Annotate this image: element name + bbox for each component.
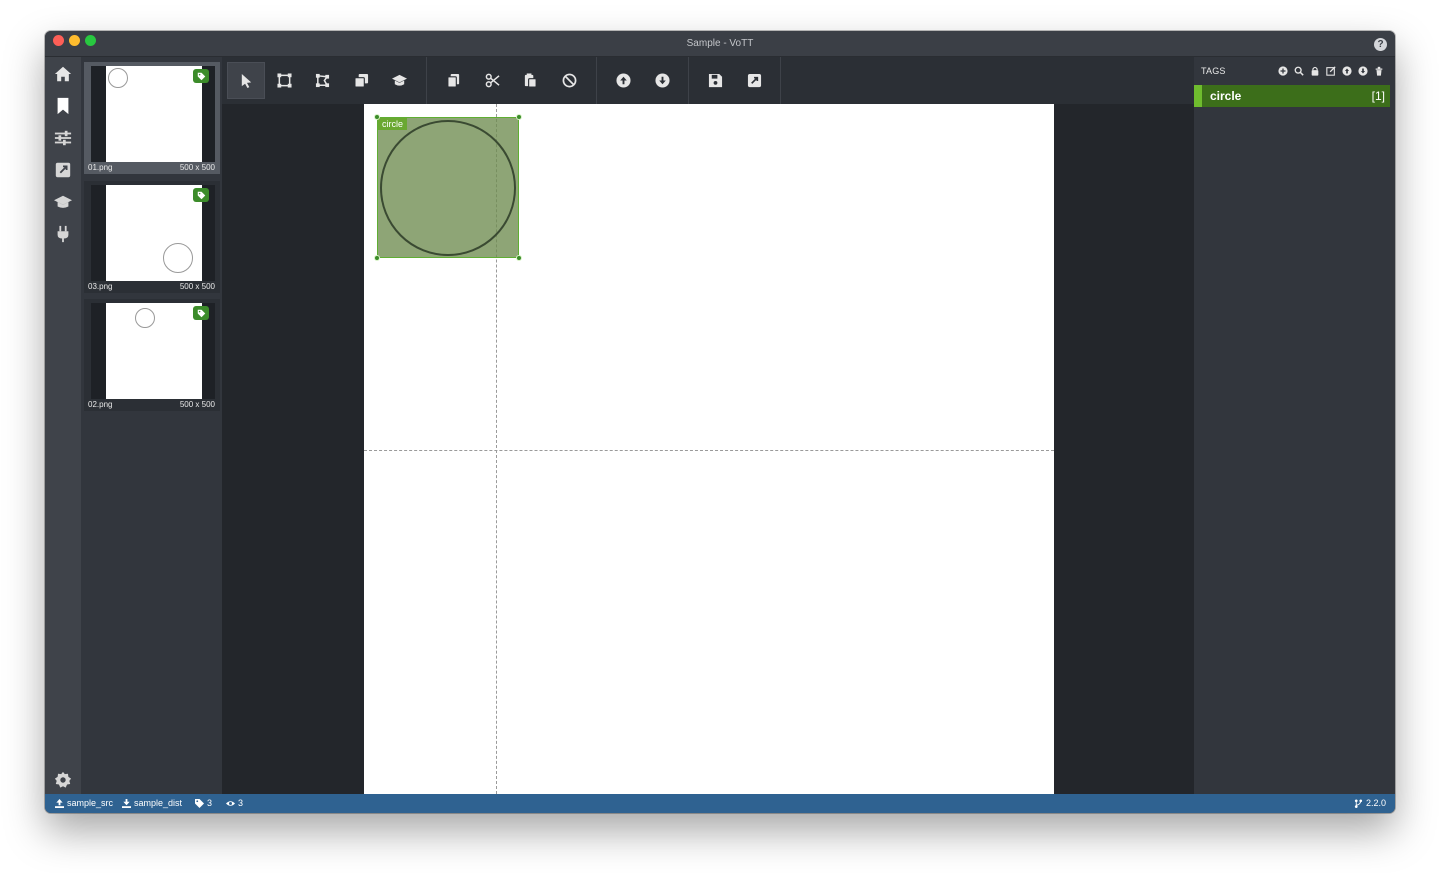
- tag-name: circle: [1210, 89, 1242, 103]
- tag-icon: [195, 798, 204, 808]
- thumbnail-filename: 02.png: [88, 400, 113, 409]
- select-icon[interactable]: [227, 62, 265, 99]
- app-window: Sample - VoTT ? 01.png 500 x 500 03.png …: [45, 31, 1395, 813]
- question-circle-icon[interactable]: ?: [1374, 38, 1387, 51]
- tag-item-circle[interactable]: circle [1]: [1194, 85, 1390, 107]
- upload-icon: [55, 798, 64, 808]
- tag-icon: [193, 306, 209, 320]
- tagged-region[interactable]: circle: [374, 114, 522, 261]
- lock-tags-icon[interactable]: [1309, 65, 1321, 77]
- navigation-tools-group: [597, 57, 689, 104]
- region-tools-group: [427, 57, 597, 104]
- cut-regions-icon[interactable]: [473, 62, 511, 99]
- tag-icon: [193, 188, 209, 202]
- tags-header: TAGS: [1201, 66, 1226, 76]
- move-tag-up-icon[interactable]: [1341, 65, 1353, 77]
- asset-thumbnail[interactable]: 03.png 500 x 500: [84, 181, 220, 293]
- gear-icon[interactable]: [54, 771, 72, 789]
- region-tag-label: circle: [378, 118, 408, 130]
- move-tag-down-icon[interactable]: [1357, 65, 1369, 77]
- home-icon[interactable]: [54, 65, 72, 83]
- clear-regions-icon[interactable]: [550, 62, 588, 99]
- crosshair-horizontal-guide: [364, 450, 1054, 451]
- thumbnail-dimensions: 500 x 500: [179, 400, 215, 409]
- target-connection-label: sample_dist: [134, 798, 183, 808]
- active-learning-icon[interactable]: [380, 62, 418, 99]
- add-tag-icon[interactable]: [1277, 65, 1289, 77]
- copy-rectangle-icon[interactable]: [342, 62, 380, 99]
- export-project-icon[interactable]: [735, 62, 773, 99]
- search-tags-icon[interactable]: [1293, 65, 1305, 77]
- bookmark-icon[interactable]: [54, 97, 72, 115]
- code-branch-icon: [1354, 798, 1363, 808]
- drawing-tools-group: [222, 57, 427, 104]
- status-bar: sample_src sample_dist 3 3 2.2.0: [45, 794, 1395, 813]
- asset-thumbnail[interactable]: 01.png 500 x 500: [84, 62, 220, 174]
- thumbnail-image: [91, 185, 215, 281]
- edit-tag-icon[interactable]: [1325, 65, 1337, 77]
- tag-shortcut-index: [1]: [1371, 89, 1385, 103]
- source-connection: sample_src: [55, 798, 113, 808]
- project-tools-group: [689, 57, 781, 104]
- region-content-circle: [380, 120, 516, 256]
- asset-canvas[interactable]: circle: [364, 104, 1054, 794]
- delete-tag-icon[interactable]: [1373, 65, 1385, 77]
- eye-icon: [226, 800, 235, 806]
- asset-thumbnails-pane: 01.png 500 x 500 03.png 500 x 500 02.png…: [81, 57, 222, 794]
- app-version: 2.2.0: [1354, 798, 1386, 808]
- save-project-icon[interactable]: [696, 62, 734, 99]
- external-link-icon[interactable]: [54, 161, 72, 179]
- region-resize-handle[interactable]: [374, 255, 380, 261]
- asset-thumbnail[interactable]: 02.png 500 x 500: [84, 299, 220, 411]
- next-asset-icon[interactable]: [643, 62, 681, 99]
- thumbnail-filename: 01.png: [88, 163, 113, 172]
- app-sidebar: [45, 57, 81, 794]
- thumbnail-image: [91, 303, 215, 399]
- thumbnail-filename: 03.png: [88, 282, 113, 291]
- draw-polygon-icon[interactable]: [303, 62, 341, 99]
- sliders-icon[interactable]: [54, 129, 72, 147]
- tagged-count-value: 3: [207, 798, 213, 808]
- visited-assets-count: 3: [226, 798, 243, 808]
- paste-regions-icon[interactable]: [511, 62, 549, 99]
- thumbnail-dimensions: 500 x 500: [179, 282, 215, 291]
- copy-regions-icon[interactable]: [434, 62, 472, 99]
- app-version-label: 2.2.0: [1365, 798, 1386, 808]
- region-resize-handle[interactable]: [374, 114, 380, 120]
- editor-toolbar: [222, 57, 1194, 104]
- target-connection: sample_dist: [122, 798, 182, 808]
- thumbnail-image: [91, 66, 215, 162]
- tagged-assets-count: 3: [195, 798, 212, 808]
- thumbnail-dimensions: 500 x 500: [179, 163, 215, 172]
- previous-asset-icon[interactable]: [604, 62, 642, 99]
- tag-icon: [193, 69, 209, 83]
- visited-count-value: 3: [238, 798, 244, 808]
- graduation-cap-icon[interactable]: [54, 193, 72, 211]
- window-title: Sample - VoTT: [686, 38, 754, 49]
- tags-panel: TAGS circle [1]: [1194, 57, 1395, 794]
- plug-icon[interactable]: [54, 225, 72, 243]
- tags-actions: [1277, 65, 1385, 77]
- title-bar: Sample - VoTT ?: [45, 31, 1395, 57]
- region-resize-handle[interactable]: [516, 114, 522, 120]
- draw-rectangle-icon[interactable]: [265, 62, 303, 99]
- download-icon: [122, 798, 131, 808]
- region-resize-handle[interactable]: [516, 255, 522, 261]
- source-connection-label: sample_src: [67, 798, 114, 808]
- editor-canvas-area: circle: [222, 104, 1194, 794]
